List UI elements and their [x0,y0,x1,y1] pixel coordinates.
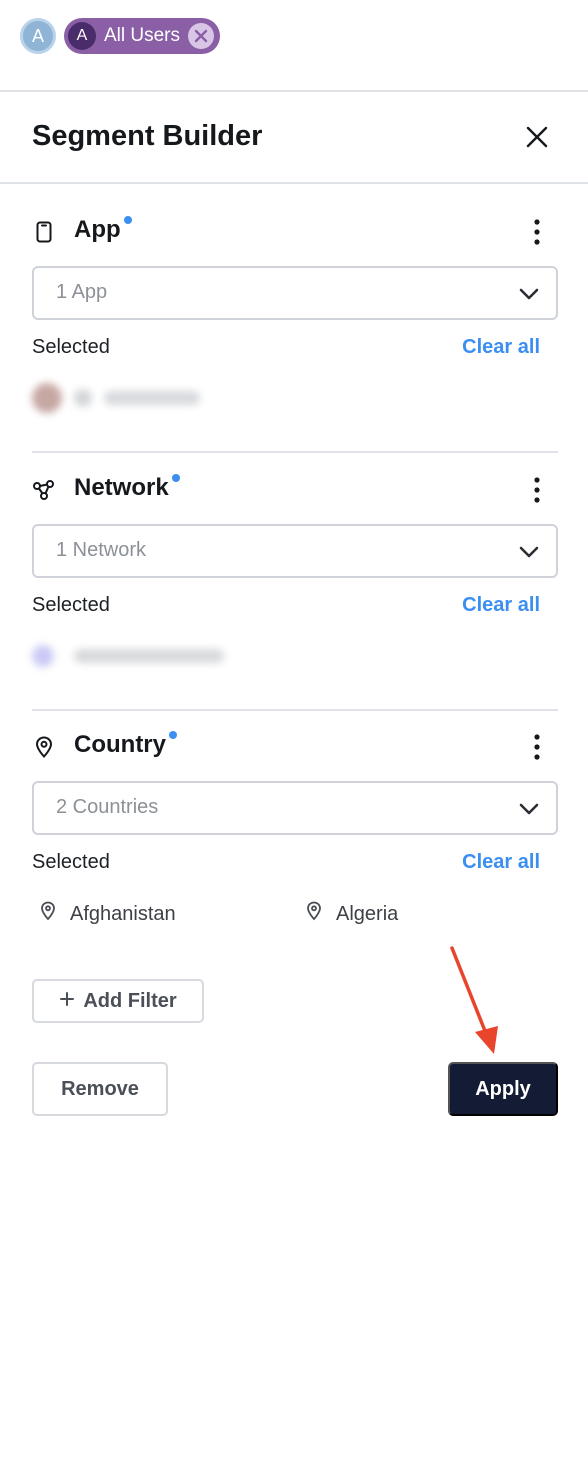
select-value: 1 Network [56,539,147,561]
chevron-down-icon [518,798,540,820]
chip-close-icon[interactable] [188,23,215,49]
section-title: Network [74,474,180,502]
segment-chip-bar: A A All Users [20,18,221,54]
more-options-icon[interactable] [530,216,544,248]
selected-app-redacted [32,380,200,416]
section-divider [32,451,558,453]
chip-avatar: A [68,22,96,50]
avatar-letter: A [31,25,44,46]
redacted-text [74,649,224,663]
section-title: App [74,216,132,244]
chip-label: All Users [104,25,181,46]
selected-label: Selected [32,851,110,873]
app-select[interactable]: 1 App [32,266,558,320]
location-pin-icon [306,901,322,927]
chevron-down-icon [518,283,540,305]
selected-country-item: Afghanistan [40,901,176,927]
more-options-icon[interactable] [530,474,544,506]
close-icon[interactable] [524,124,550,150]
section-header: Country [32,727,558,767]
active-indicator-dot [169,731,177,739]
app-icon [32,383,62,413]
country-name: Algeria [336,902,399,925]
country-select[interactable]: 2 Countries [32,781,558,835]
section-header: App [32,212,558,252]
section-divider [32,709,558,711]
location-pin-icon [32,735,56,759]
filter-section-country: Country 2 Countries Selected Clear all A… [32,727,558,937]
select-value: 1 App [56,281,108,303]
remove-button[interactable]: Remove [32,1062,168,1116]
panel-title: Segment Builder [32,120,263,152]
network-icon [32,478,56,502]
clear-all-link[interactable]: Clear all [462,336,540,359]
network-logo [32,645,54,667]
location-pin-icon [40,901,56,927]
apply-button[interactable]: Apply [448,1062,558,1116]
filter-section-app: App 1 App Selected Clear all [32,212,558,452]
avatar[interactable]: A [20,18,56,54]
segment-chip-all-users[interactable]: A All Users [64,18,221,54]
platform-icon [74,389,92,407]
selected-country-item: Algeria [306,901,398,927]
selected-label: Selected [32,336,110,358]
phone-icon [32,220,56,244]
section-title-text: Country [74,731,166,758]
more-options-icon[interactable] [530,731,544,763]
section-header: Network [32,470,558,510]
active-indicator-dot [171,474,180,482]
add-filter-label: Add Filter [83,989,177,1012]
annotation-arrow [440,940,510,1060]
divider [0,182,588,184]
section-title-text: Network [74,474,169,501]
selected-network-redacted [32,638,224,674]
select-value: 2 Countries [56,796,159,818]
selected-label: Selected [32,594,110,616]
section-title: Country [74,731,177,759]
clear-all-link[interactable]: Clear all [462,851,540,874]
section-title-text: App [74,216,121,243]
chevron-down-icon [518,541,540,563]
clear-all-link[interactable]: Clear all [462,594,540,617]
network-select[interactable]: 1 Network [32,524,558,578]
add-filter-button[interactable]: Add Filter [32,979,204,1023]
chip-avatar-letter: A [76,27,88,44]
active-indicator-dot [123,216,132,224]
country-name: Afghanistan [70,902,176,925]
plus-icon [59,990,75,1013]
filter-section-network: Network 1 Network Selected Clear all [32,470,558,710]
redacted-text [104,391,200,405]
divider [0,90,588,92]
